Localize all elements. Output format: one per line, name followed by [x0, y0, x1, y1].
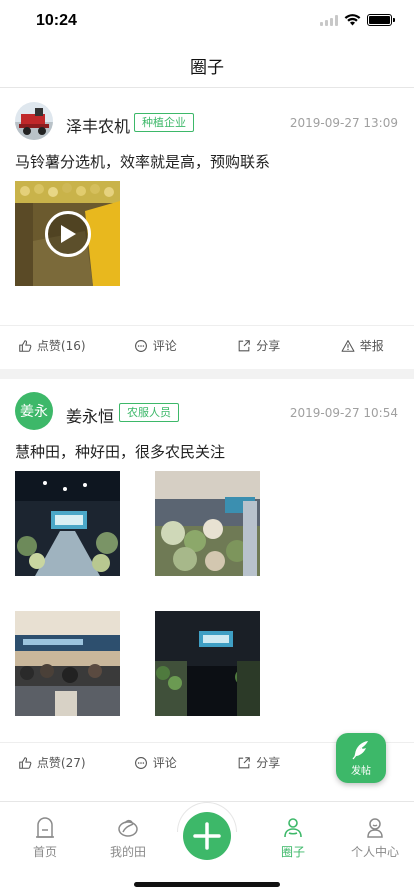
- home-icon: [36, 817, 54, 838]
- post-header: 姜永 姜永恒 农服人员 2019-09-27 10:54: [0, 379, 414, 441]
- post-media: [0, 471, 414, 721]
- tab-circle[interactable]: 圈子: [252, 816, 334, 860]
- like-button[interactable]: 点赞(16): [0, 326, 104, 365]
- post-header: 泽丰农机 种植企业 2019-09-27 13:09: [0, 89, 414, 151]
- tab-circle-label: 圈子: [280, 845, 305, 859]
- comment-icon: [134, 339, 147, 352]
- status-bar: 10:24: [0, 0, 414, 44]
- share-icon: [238, 339, 251, 351]
- field-icon: [118, 819, 138, 837]
- post-card[interactable]: 泽丰农机 种植企业 2019-09-27 13:09 马铃薯分选机，效率就是高，…: [0, 89, 414, 369]
- tab-my-field[interactable]: 我的田: [87, 816, 169, 860]
- report-button[interactable]: 举报: [311, 326, 414, 365]
- share-button[interactable]: 分享: [207, 326, 311, 365]
- post-image[interactable]: [15, 471, 120, 576]
- thumb-up-icon: [19, 756, 32, 769]
- warning-icon: [341, 339, 355, 352]
- share-icon: [238, 756, 251, 768]
- author-name[interactable]: 泽丰农机: [66, 113, 130, 137]
- role-badge: 种植企业: [134, 113, 194, 132]
- role-badge: 农服人员: [119, 403, 179, 422]
- tab-home[interactable]: 首页: [4, 816, 86, 860]
- comment-icon: [134, 756, 147, 769]
- cellular-signal-icon: [320, 14, 338, 26]
- post-image[interactable]: [155, 471, 260, 576]
- share-button[interactable]: 分享: [207, 743, 311, 782]
- new-post-button[interactable]: 发帖: [336, 733, 386, 783]
- page-title: 圈子: [190, 58, 224, 78]
- like-button[interactable]: 点赞(27): [0, 743, 104, 782]
- post-image[interactable]: [155, 611, 260, 716]
- status-icons: [320, 14, 395, 26]
- avatar[interactable]: 姜永: [15, 392, 53, 430]
- tab-my-field-label: 我的田: [109, 845, 146, 859]
- post-timestamp: 2019-09-27 13:09: [289, 116, 398, 130]
- avatar[interactable]: [15, 102, 53, 140]
- post-timestamp: 2019-09-27 10:54: [289, 406, 398, 420]
- wifi-icon: [344, 14, 361, 26]
- share-label: 分享: [256, 339, 281, 353]
- battery-icon: [367, 14, 395, 26]
- feather-pen-icon: [352, 741, 368, 760]
- home-indicator: [134, 882, 280, 887]
- comment-label: 评论: [152, 339, 177, 353]
- comment-button[interactable]: 评论: [104, 743, 208, 782]
- post-image[interactable]: [15, 611, 120, 716]
- share-label: 分享: [256, 756, 281, 770]
- like-label: 点赞(27): [36, 756, 86, 770]
- profile-icon: [367, 818, 383, 838]
- tab-profile[interactable]: 个人中心: [334, 816, 414, 860]
- bottom-tab-bar: 首页 我的田 圈子 个人中心: [0, 801, 414, 896]
- comment-button[interactable]: 评论: [104, 326, 208, 365]
- post-media: [0, 181, 414, 286]
- comment-label: 评论: [152, 756, 177, 770]
- post-text: 马铃薯分选机，效率就是高，预购联系: [15, 153, 271, 171]
- post-text: 慧种田，种好田，很多农民关注: [15, 443, 226, 461]
- tab-home-label: 首页: [32, 845, 57, 859]
- status-time: 10:24: [36, 12, 77, 29]
- thumb-up-icon: [19, 339, 32, 352]
- video-thumbnail[interactable]: [15, 181, 120, 286]
- post-feed[interactable]: 泽丰农机 种植企业 2019-09-27 13:09 马铃薯分选机，效率就是高，…: [0, 89, 414, 801]
- nav-bar: 圈子: [0, 44, 414, 88]
- plus-icon: [193, 822, 221, 850]
- center-add-button[interactable]: [183, 812, 231, 860]
- tab-profile-label: 个人中心: [350, 845, 399, 859]
- post-actions: 点赞(16) 评论 分享 举报: [0, 325, 414, 365]
- play-icon[interactable]: [45, 211, 91, 257]
- report-label: 举报: [359, 339, 384, 353]
- new-post-label: 发帖: [351, 766, 371, 777]
- author-name[interactable]: 姜永恒: [66, 403, 114, 427]
- circle-icon: [284, 818, 302, 838]
- like-label: 点赞(16): [36, 339, 86, 353]
